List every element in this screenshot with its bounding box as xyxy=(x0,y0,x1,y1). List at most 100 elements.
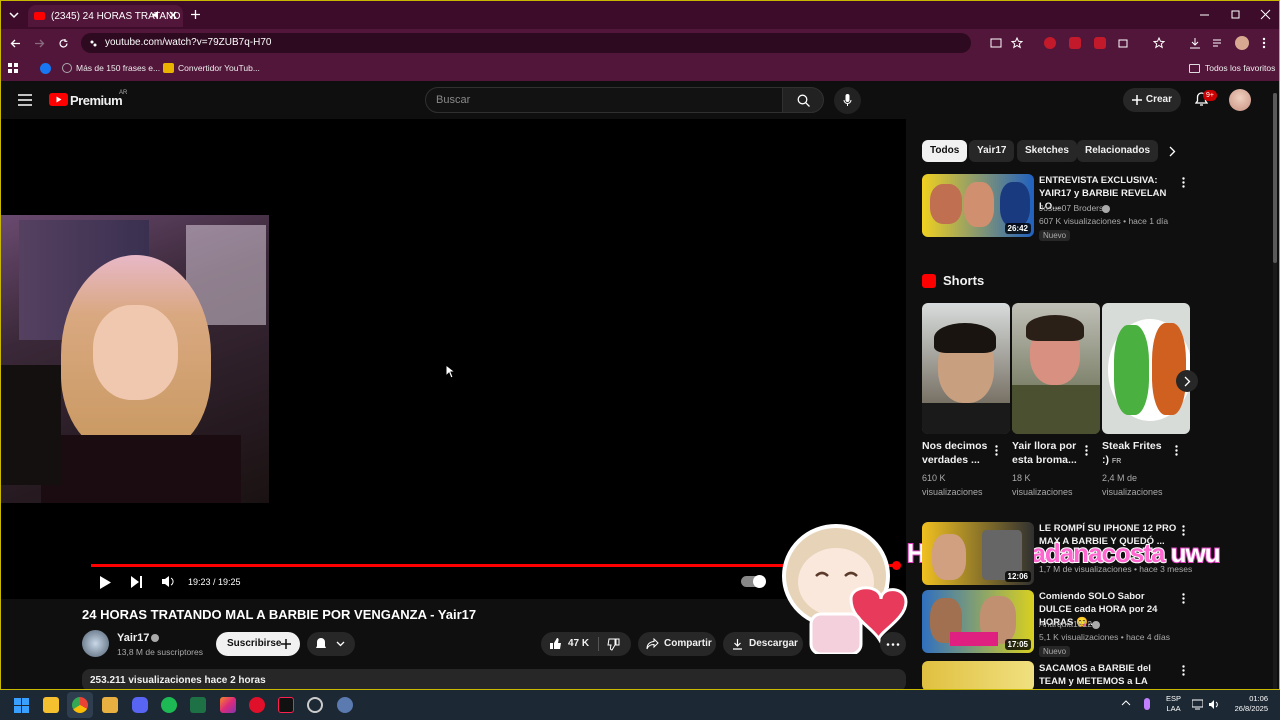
back-icon[interactable] xyxy=(10,38,21,49)
next-video-icon[interactable] xyxy=(130,576,143,588)
thumbs-down-icon[interactable] xyxy=(607,638,620,651)
windows-start-icon[interactable] xyxy=(14,698,29,713)
short-title[interactable]: Yair llora por esta broma... xyxy=(1012,439,1077,467)
scrollbar-thumb[interactable] xyxy=(1273,93,1277,263)
excel-icon[interactable] xyxy=(190,697,206,713)
tab-search-icon[interactable] xyxy=(7,8,21,22)
more-vertical-icon[interactable] xyxy=(1182,177,1185,188)
all-bookmarks-folder-icon[interactable] xyxy=(1189,64,1200,73)
related-channel[interactable]: Josue07 Broders xyxy=(1039,202,1103,215)
facebook-icon[interactable] xyxy=(40,63,51,74)
related-title[interactable]: SACAMOS a BARBIE del TEAM y METEMOS a LA… xyxy=(1039,662,1177,689)
user-avatar[interactable] xyxy=(1229,89,1251,111)
new-tab-icon[interactable] xyxy=(190,9,201,20)
more-vertical-icon[interactable] xyxy=(1182,665,1185,676)
shorts-next-button[interactable] xyxy=(1176,370,1198,392)
related-thumbnail[interactable]: 12:06 xyxy=(922,522,1034,585)
related-thumbnail[interactable]: 26:42 xyxy=(922,174,1034,237)
minimize-icon[interactable] xyxy=(1199,9,1210,20)
chip-todos[interactable]: Todos xyxy=(922,140,968,162)
bookmark-item[interactable]: Más de 150 frases e... xyxy=(76,63,160,73)
settings-gear-icon[interactable] xyxy=(337,697,353,713)
extensions-puzzle-icon[interactable] xyxy=(1117,37,1129,49)
cast-icon[interactable] xyxy=(990,37,1002,49)
chevron-right-icon[interactable] xyxy=(1169,146,1176,157)
short-title[interactable]: Steak Frites:) FR xyxy=(1102,439,1162,469)
tiktok-icon[interactable] xyxy=(278,697,294,713)
bookmark-globe-icon[interactable] xyxy=(62,63,72,73)
volume-icon[interactable] xyxy=(1208,699,1220,710)
media-control-icon[interactable] xyxy=(1212,37,1224,49)
voice-search-button[interactable] xyxy=(834,87,861,114)
app-icon[interactable] xyxy=(102,697,118,713)
instagram-icon[interactable] xyxy=(220,697,236,713)
chip-relacionados[interactable]: Relacionados xyxy=(1077,140,1159,162)
search-input[interactable]: Buscar xyxy=(425,87,783,113)
url-field[interactable]: youtube.com/watch?v=79ZUB7q-H70 xyxy=(81,33,971,53)
apps-grid-icon[interactable] xyxy=(8,63,19,74)
more-vertical-icon[interactable] xyxy=(1182,593,1185,604)
language-indicator[interactable]: ESP LAA xyxy=(1166,694,1181,714)
short-title[interactable]: Nos decimos verdades ... xyxy=(922,439,987,467)
premium-logo-text[interactable]: Premium xyxy=(70,93,123,108)
site-info-icon[interactable] xyxy=(89,39,98,48)
microphone-icon[interactable] xyxy=(1144,698,1150,710)
restore-icon[interactable] xyxy=(1230,9,1241,20)
file-explorer-icon[interactable] xyxy=(43,697,59,713)
short-thumbnail[interactable] xyxy=(1012,303,1100,434)
more-actions-button[interactable] xyxy=(880,632,906,656)
thumbs-up-icon[interactable] xyxy=(549,637,562,650)
page-scrollbar[interactable] xyxy=(1273,93,1277,689)
short-thumbnail[interactable] xyxy=(922,303,1010,434)
share-button[interactable]: Compartir xyxy=(638,632,716,656)
speaker-icon[interactable] xyxy=(152,10,162,20)
play-icon[interactable] xyxy=(99,576,111,589)
close-tab-icon[interactable] xyxy=(168,10,178,20)
create-button[interactable]: Crear xyxy=(1123,88,1181,112)
extension-icon[interactable] xyxy=(1069,37,1081,49)
related-title[interactable]: LE ROMPÍ SU IPHONE 12 PRO MAX A BARBIE Y… xyxy=(1039,522,1177,548)
chrome-icon[interactable] xyxy=(72,697,88,713)
opera-icon[interactable] xyxy=(249,697,265,713)
spotify-icon[interactable] xyxy=(161,697,177,713)
more-vertical-icon[interactable] xyxy=(1175,445,1178,456)
channel-name[interactable]: Yair17 xyxy=(117,632,149,644)
extension-icon[interactable] xyxy=(1094,37,1106,49)
tab-active[interactable]: (2345) 24 HORAS TRATAND xyxy=(28,5,183,27)
bookmark-star-icon[interactable] xyxy=(1011,37,1023,49)
search-button[interactable] xyxy=(782,87,824,113)
chip-sketches[interactable]: Sketches xyxy=(1017,140,1077,162)
bookmark-folder-icon[interactable] xyxy=(163,63,174,73)
youtube-logo-icon[interactable] xyxy=(49,93,68,106)
app-icon[interactable] xyxy=(307,697,323,713)
description-box[interactable]: 253.211 visualizaciones hace 2 horas xyxy=(82,669,906,689)
more-vertical-icon[interactable] xyxy=(1085,445,1088,456)
show-hidden-icons-icon[interactable] xyxy=(1121,699,1131,707)
related-channel[interactable]: Anarquia1812 xyxy=(1039,618,1092,631)
download-icon[interactable] xyxy=(1189,37,1201,49)
chip-yair17[interactable]: Yair17 xyxy=(969,140,1015,162)
forward-icon[interactable] xyxy=(34,38,45,49)
more-vertical-icon[interactable] xyxy=(995,445,998,456)
ublock-extension-icon[interactable] xyxy=(1044,37,1056,49)
volume-icon[interactable] xyxy=(161,575,175,588)
like-count[interactable]: 47 K xyxy=(568,632,589,656)
favorites-star-icon[interactable] xyxy=(1153,37,1165,49)
bookmark-item[interactable]: Convertidor YouTub... xyxy=(178,63,260,73)
clock[interactable]: 01:06 26/8/2025 xyxy=(1228,694,1268,714)
related-thumbnail[interactable] xyxy=(922,661,1034,689)
hamburger-menu-icon[interactable] xyxy=(18,94,32,106)
autoplay-toggle[interactable] xyxy=(741,575,766,588)
channel-avatar[interactable] xyxy=(82,630,109,657)
all-bookmarks-link[interactable]: Todos los favoritos xyxy=(1205,63,1275,73)
download-button[interactable]: Descargar xyxy=(723,632,803,656)
more-vertical-icon[interactable] xyxy=(1182,525,1185,536)
discord-icon[interactable] xyxy=(132,697,148,713)
reload-icon[interactable] xyxy=(58,38,69,49)
network-icon[interactable] xyxy=(1192,699,1203,710)
close-window-icon[interactable] xyxy=(1260,9,1271,20)
related-thumbnail[interactable]: 17:05 xyxy=(922,590,1034,653)
short-thumbnail[interactable] xyxy=(1102,303,1190,434)
subscribe-button[interactable]: Suscribirse xyxy=(216,632,300,656)
profile-avatar[interactable] xyxy=(1235,36,1249,50)
